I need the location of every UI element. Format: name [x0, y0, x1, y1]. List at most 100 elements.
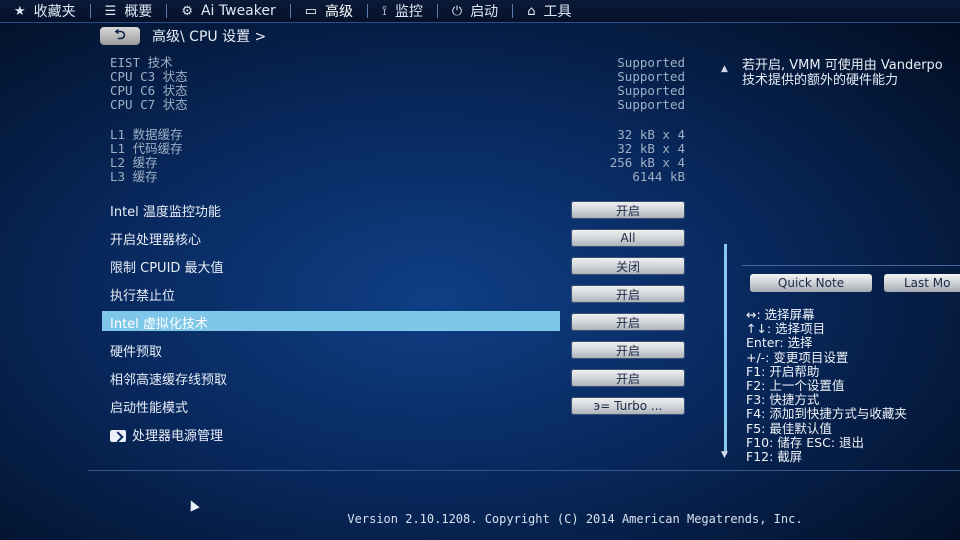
setting-label: 启动性能模式 [110, 400, 189, 416]
back-arrow-icon: ⮌ [114, 27, 126, 43]
setting-label: 限制 CPUID 最大值 [110, 260, 224, 276]
tweaker-icon: ⚙ [181, 3, 193, 19]
item-description: 若开启, VMM 可使用由 Vanderpo 技术提供的额外的硬件能力 [742, 58, 960, 88]
star-icon: ★ [14, 3, 26, 19]
info-value: Supported [617, 97, 685, 112]
setting-row-cpuid-limit[interactable]: 限制 CPUID 最大值 关闭 [110, 255, 685, 277]
setting-value-button[interactable]: 开启 [571, 313, 685, 331]
help-line: F5: 最佳默认值 [746, 420, 832, 436]
list-icon: ☰ [104, 3, 117, 19]
help-line: F1: 开启帮助 [746, 363, 820, 379]
setting-row-thermal-monitor[interactable]: Intel 温度监控功能 开启 [110, 199, 685, 221]
info-value: Supported [617, 55, 685, 70]
submenu-entry: 处理器电源管理 [110, 425, 223, 444]
cache-label: L1 代码缓存 [110, 141, 183, 156]
setting-label: 硬件预取 [110, 344, 163, 360]
cache-value: 32 kB x 4 [617, 127, 685, 142]
setting-value-button[interactable]: 开启 [571, 341, 685, 359]
setting-value-button[interactable]: э= Turbo ... [571, 397, 685, 415]
advanced-icon: ▭ [304, 3, 318, 19]
cache-label: L3 缓存 [110, 169, 158, 184]
cache-label: L1 数据缓存 [110, 127, 183, 142]
cache-value: 256 kB x 4 [609, 155, 685, 170]
scroll-up-icon[interactable]: ▲ [721, 64, 728, 74]
tab-label: 启动 [470, 4, 499, 20]
scroll-thumb[interactable] [724, 244, 727, 454]
back-button[interactable]: ⮌ [100, 27, 140, 45]
help-line: F12: 截屏 [746, 449, 803, 465]
help-line: F3: 快捷方式 [746, 392, 820, 408]
breadcrumb: ⮌ 高级\ CPU 设置 > [100, 26, 266, 46]
help-line: +/-: 变更项目设置 [746, 349, 849, 365]
setting-label: Intel 温度监控功能 [110, 204, 221, 220]
tab-main[interactable]: ☰ 概要 [91, 0, 167, 22]
cache-label: L2 缓存 [110, 155, 158, 170]
info-row: CPU C7 状态 Supported [110, 98, 685, 112]
tab-label: 高级 [325, 4, 354, 20]
help-line: ↔: 选择屏幕 [746, 307, 815, 322]
submenu-arrow-icon [110, 430, 126, 442]
scrollbar[interactable]: ▲ ▼ [721, 64, 729, 460]
cache-row: L3 缓存 6144 kB [110, 170, 685, 184]
tab-label: 工具 [543, 4, 572, 20]
setting-row-boot-performance[interactable]: 启动性能模式 э= Turbo ... [110, 395, 685, 417]
help-line: F2: 上一个设置值 [746, 378, 845, 394]
last-modified-button[interactable]: Last Mo [884, 274, 960, 292]
setting-row-adjacent-prefetch[interactable]: 相邻高速缓存线预取 开启 [110, 367, 685, 389]
tab-ai-tweaker[interactable]: ⚙ Ai Tweaker [167, 0, 289, 22]
setting-row-hardware-prefetch[interactable]: 硬件预取 开启 [110, 339, 685, 361]
breadcrumb-path: 高级\ CPU 设置 > [152, 29, 267, 45]
settings-panel: EIST 技术 Supported CPU C3 状态 Supported CP… [100, 56, 720, 466]
tab-monitor[interactable]: ⟟ 监控 [368, 0, 437, 22]
tab-label: 概要 [124, 4, 153, 20]
setting-label: Intel 虚拟化技术 [110, 316, 208, 332]
info-row: CPU C6 状态 Supported [110, 84, 685, 98]
info-row: EIST 技术 Supported [110, 56, 685, 70]
tab-tool[interactable]: ⌂ 工具 [513, 0, 585, 22]
tab-advanced[interactable]: ▭ 高级 [291, 0, 367, 22]
top-menu-bar: ★ 收藏夹 ☰ 概要 ⚙ Ai Tweaker ▭ 高级 ⟟ 监控 ⏻ 启动 ⌂… [0, 0, 960, 23]
tab-label: 监控 [394, 4, 423, 20]
mouse-cursor-icon [186, 498, 200, 512]
setting-value-button[interactable]: 开启 [571, 201, 685, 219]
tab-favorites[interactable]: ★ 收藏夹 [0, 0, 90, 22]
printer-icon: ⌂ [527, 3, 536, 19]
submenu-power-management[interactable]: 处理器电源管理 [110, 423, 685, 445]
tab-label: 收藏夹 [33, 4, 76, 20]
setting-row-active-cores[interactable]: 开启处理器核心 All [110, 227, 685, 249]
tab-label: Ai Tweaker [200, 3, 276, 19]
power-icon: ⏻ [451, 3, 463, 19]
setting-label: 相邻高速缓存线预取 [110, 372, 228, 388]
setting-value-button[interactable]: All [571, 229, 685, 247]
cache-row: L1 数据缓存 32 kB x 4 [110, 128, 685, 142]
info-label: CPU C3 状态 [110, 69, 188, 84]
setting-row-execute-disable[interactable]: 执行禁止位 开启 [110, 283, 685, 305]
setting-label: 开启处理器核心 [110, 232, 202, 248]
setting-value-button[interactable]: 开启 [571, 285, 685, 303]
tab-boot[interactable]: ⏻ 启动 [438, 0, 512, 22]
help-line: Enter: 选择 [746, 335, 813, 351]
help-divider [742, 265, 960, 266]
description-line: 若开启, VMM 可使用由 Vanderpo [742, 58, 943, 73]
info-row: CPU C3 状态 Supported [110, 70, 685, 84]
help-line: F10: 储存 ESC: 退出 [746, 434, 864, 450]
info-label: CPU C7 状态 [110, 97, 188, 112]
cache-value: 32 kB x 4 [617, 141, 685, 156]
setting-label: 执行禁止位 [110, 288, 176, 304]
bottom-divider [88, 470, 960, 471]
quick-note-button[interactable]: Quick Note [750, 274, 872, 292]
info-value: Supported [617, 69, 685, 84]
description-line: 技术提供的额外的硬件能力 [742, 73, 899, 88]
cache-row: L1 代码缓存 32 kB x 4 [110, 142, 685, 156]
setting-value-button[interactable]: 关闭 [571, 257, 685, 275]
key-help-list: ↔: 选择屏幕 ↑↓: 选择项目 Enter: 选择 +/-: 变更项目设置 F… [746, 307, 907, 465]
scroll-down-icon[interactable]: ▼ [721, 450, 728, 460]
setting-value-button[interactable]: 开启 [571, 369, 685, 387]
info-label: EIST 技术 [110, 55, 173, 70]
help-panel: 若开启, VMM 可使用由 Vanderpo 技术提供的额外的硬件能力 Quic… [742, 58, 960, 468]
cache-row: L2 缓存 256 kB x 4 [110, 156, 685, 170]
help-line: F4: 添加到快捷方式与收藏夹 [746, 406, 907, 422]
cache-value: 6144 kB [632, 169, 685, 184]
submenu-label: 处理器电源管理 [132, 428, 224, 444]
setting-row-virtualization[interactable]: Intel 虚拟化技术 开启 [110, 311, 685, 333]
